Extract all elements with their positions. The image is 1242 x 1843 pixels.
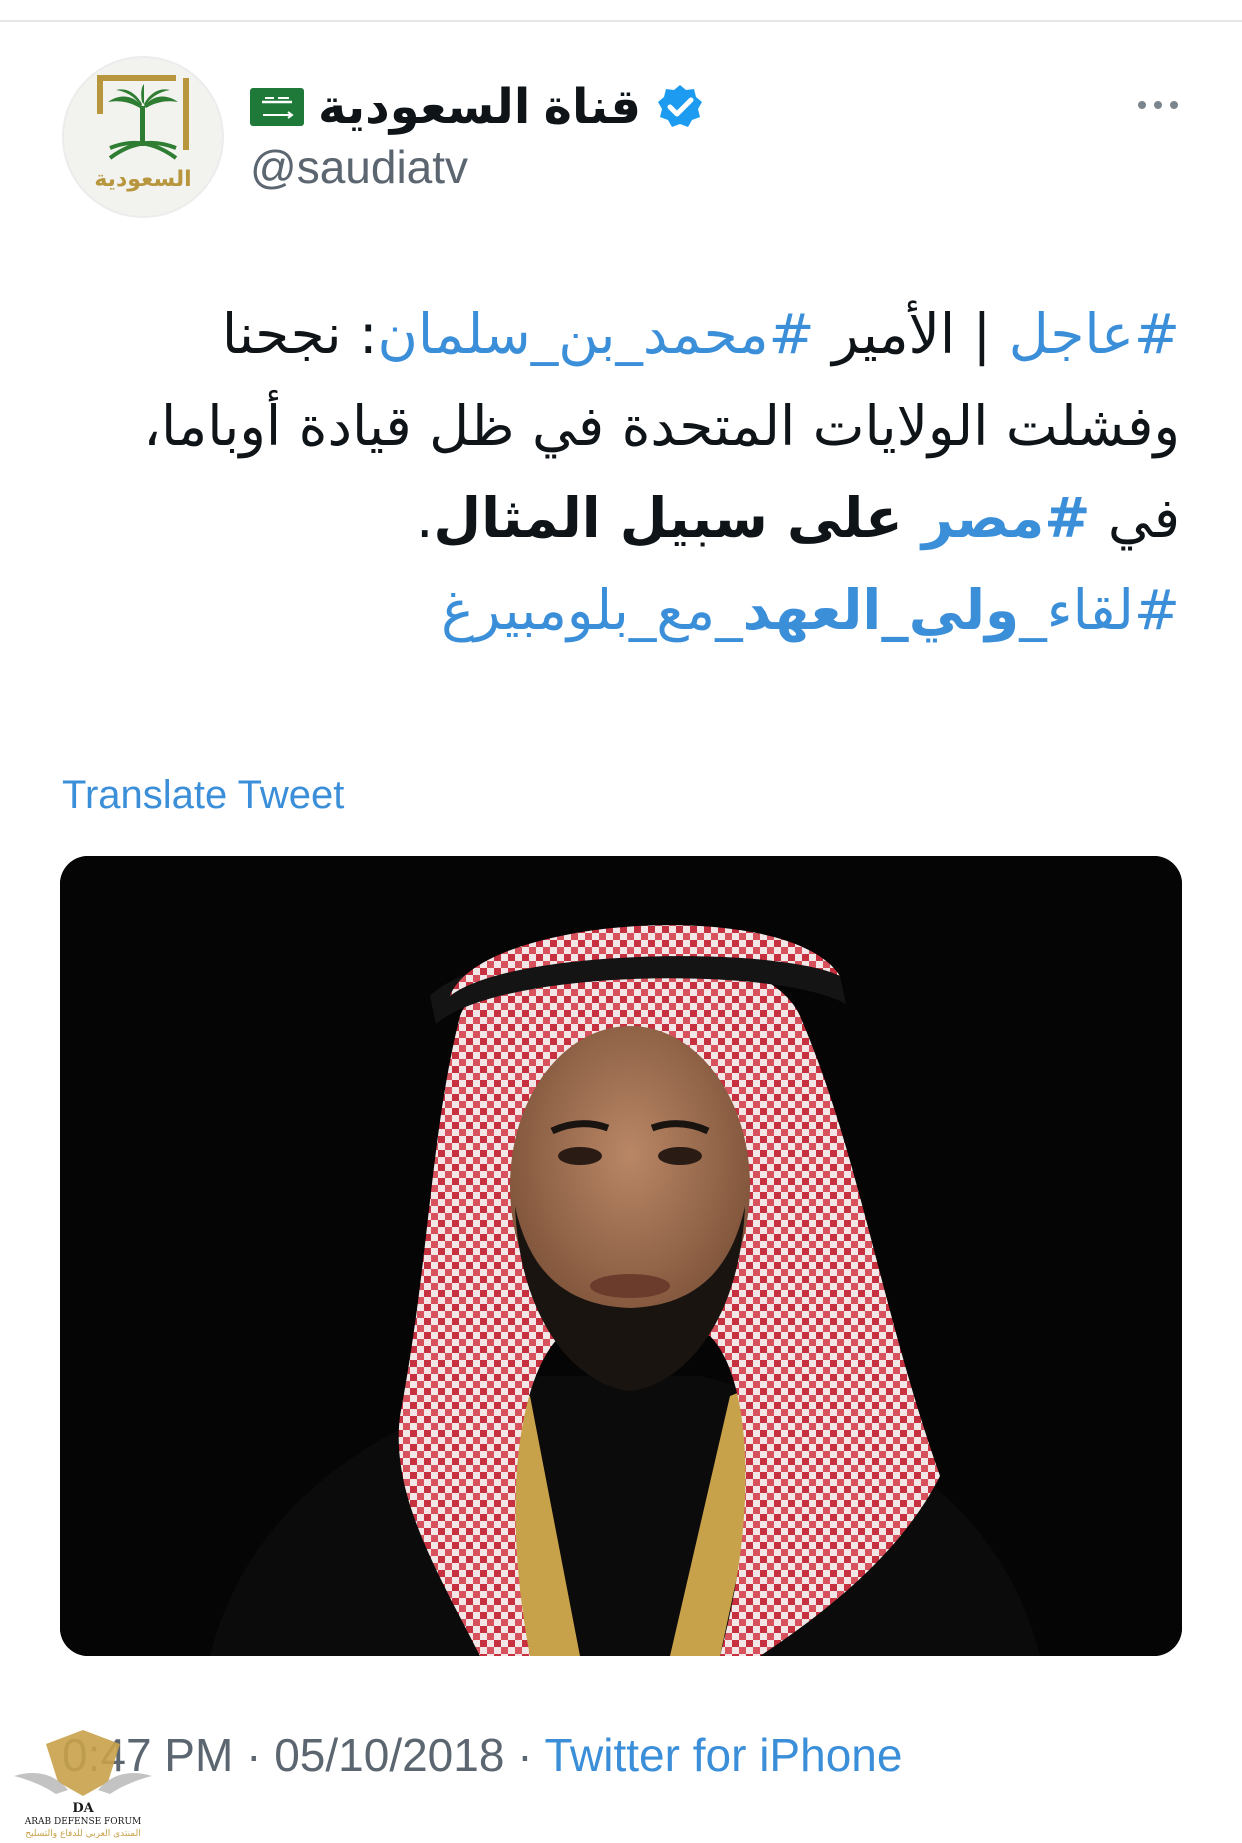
tweet-text-segment: . bbox=[415, 486, 434, 550]
hashtag-masr[interactable]: #مصر bbox=[922, 486, 1091, 550]
tweet-line-2: وفشلت الولايات المتحدة في ظل قيادة أوبام… bbox=[143, 394, 1180, 458]
verified-badge-icon bbox=[658, 85, 702, 127]
saudi-tv-logo: السعودية bbox=[94, 75, 192, 192]
hashtag-interview[interactable]: #لقاء_ولي_العهد_مع_بلومبيرغ bbox=[62, 564, 1180, 656]
meta-separator: · bbox=[504, 1729, 545, 1781]
more-options-icon[interactable] bbox=[1128, 88, 1188, 122]
avatar-logo-text: السعودية bbox=[94, 167, 191, 192]
watermark-line-2: المنتدى العربي للدفاع والتسليح bbox=[25, 1829, 140, 1838]
hashtag-segment[interactable]: #لقاء_ bbox=[1019, 578, 1180, 642]
saudi-flag-icon bbox=[250, 88, 304, 126]
tweet-meta: 0:47 PM · 05/10/2018 · Twitter for iPhon… bbox=[62, 1728, 902, 1782]
hashtag-segment[interactable]: _مع_بلومبيرغ bbox=[441, 578, 742, 642]
hashtag-ajel[interactable]: #عاجل bbox=[1009, 302, 1180, 366]
watermark-emblem-icon: DA ARAB DEFENSE FORUM المنتدى العربي للد… bbox=[14, 1730, 152, 1839]
watermark-line-1: ARAB DEFENSE FORUM bbox=[24, 1817, 142, 1827]
meta-separator: · bbox=[233, 1729, 275, 1781]
tweet-line-1: #عاجل | الأمير #محمد_بن_سلمان: نجحنا bbox=[62, 288, 1180, 380]
translate-tweet-link[interactable]: Translate Tweet bbox=[62, 773, 344, 818]
account-handle[interactable]: @saudiatv bbox=[250, 140, 468, 194]
account-name-row: قناة السعودية bbox=[250, 72, 705, 142]
portrait-image bbox=[60, 856, 1182, 1656]
tweet-bold-segment: على سبيل المثال bbox=[433, 486, 922, 550]
tweet-text: #عاجل | الأمير #محمد_بن_سلمان: نجحنا وفش… bbox=[62, 288, 1180, 656]
tweet-photo[interactable] bbox=[60, 856, 1182, 1656]
hashtag-segment-bold[interactable]: ولي_العهد bbox=[743, 578, 1020, 642]
forum-watermark: DA ARAB DEFENSE FORUM المنتدى العربي للد… bbox=[8, 1726, 158, 1839]
watermark-monogram: DA bbox=[72, 1801, 94, 1816]
profile-avatar[interactable]: السعودية bbox=[62, 56, 224, 218]
top-divider bbox=[0, 0, 1242, 22]
display-name[interactable]: قناة السعودية bbox=[318, 79, 641, 135]
hashtag-mbs[interactable]: #محمد_بن_سلمان bbox=[378, 302, 815, 366]
tweet-text-segment: : نجحنا bbox=[221, 302, 378, 366]
tweet-line-3: في #مصر على سبيل المثال. bbox=[62, 472, 1180, 564]
tweet-date: 05/10/2018 bbox=[274, 1729, 505, 1781]
tweet-text-segment: في bbox=[1090, 486, 1180, 550]
tweet-text-segment: | الأمير bbox=[814, 302, 1009, 366]
tweet-source-link[interactable]: Twitter for iPhone bbox=[545, 1729, 903, 1781]
